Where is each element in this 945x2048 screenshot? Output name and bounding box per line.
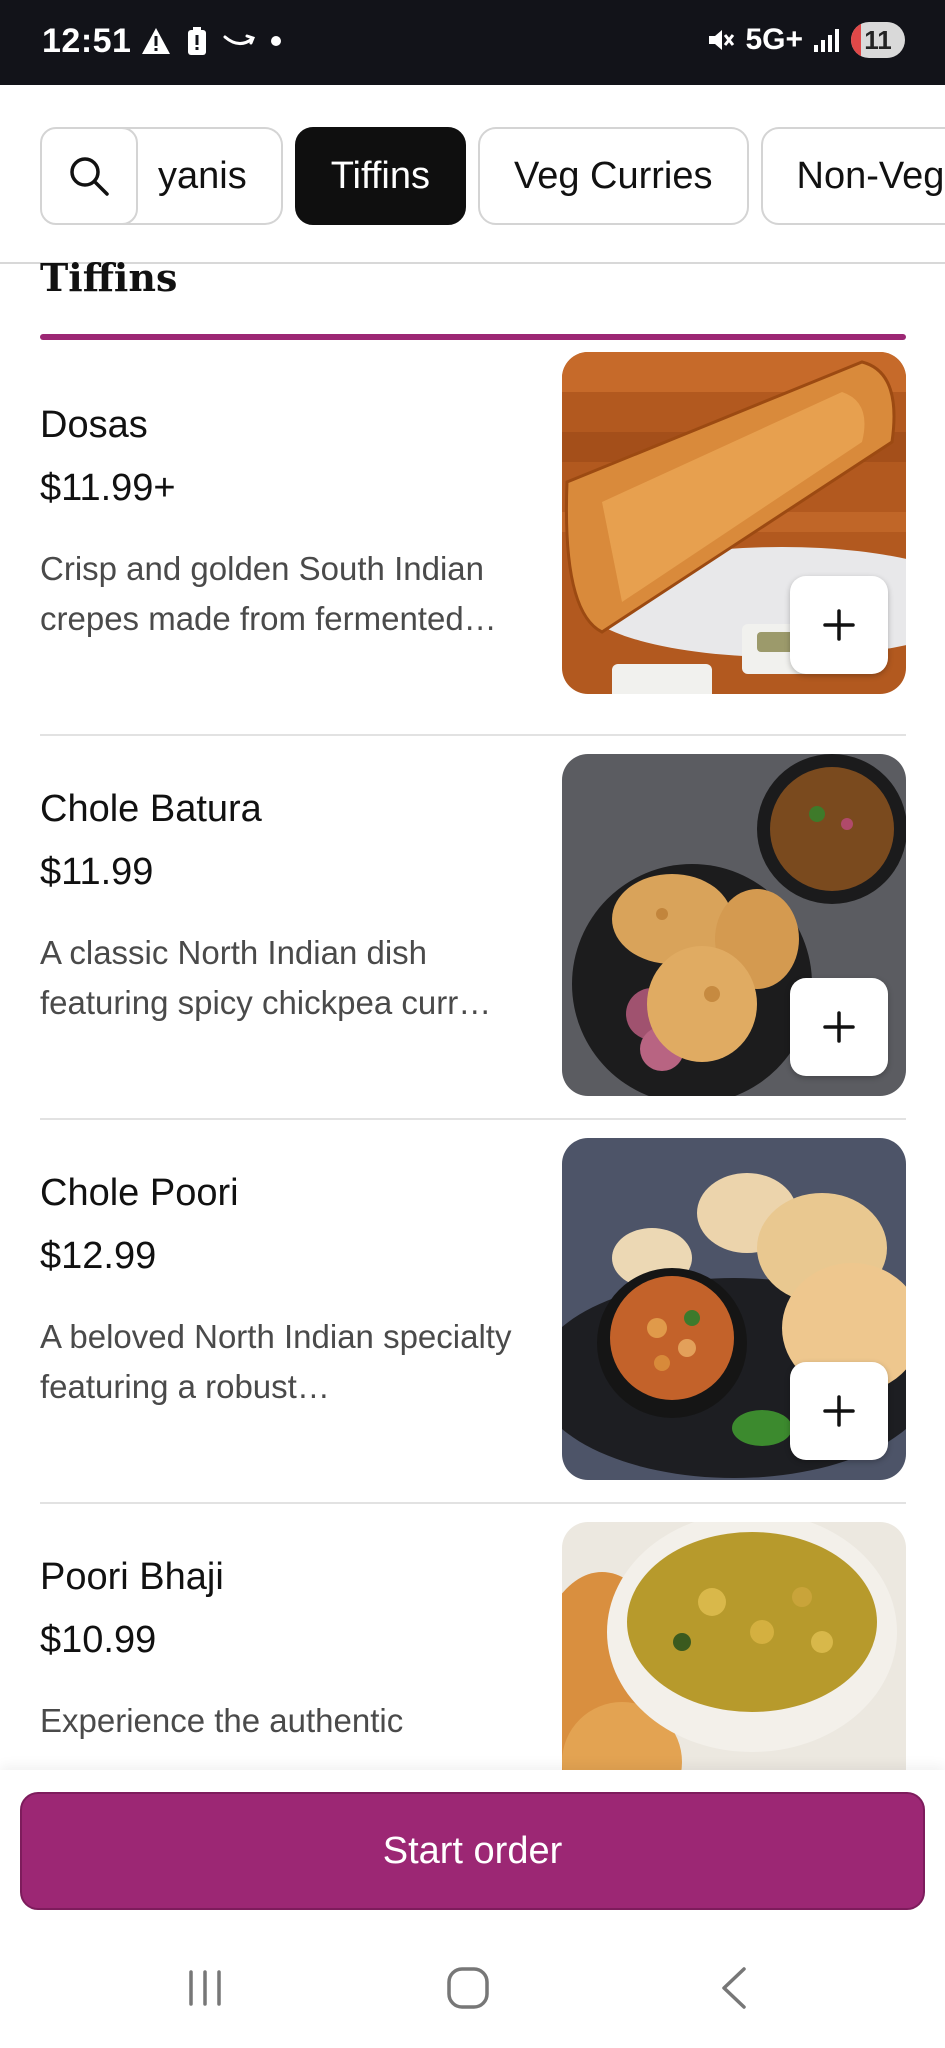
add-to-cart-button[interactable] <box>790 1362 888 1460</box>
battery-indicator: 11 <box>851 22 905 58</box>
plus-icon <box>823 1011 855 1043</box>
home-icon <box>447 1967 489 2009</box>
dot-icon <box>271 36 281 46</box>
item-name: Dosas <box>40 404 148 446</box>
item-name: Chole Poori <box>40 1172 239 1214</box>
chole-poori-photo <box>562 1138 906 1480</box>
section-title: Tiffins <box>40 255 178 300</box>
item-name: Chole Batura <box>40 788 262 830</box>
category-chips: yanis Tiffins Veg Curries Non-Veg <box>108 127 945 225</box>
start-order-button[interactable]: Start order <box>20 1792 925 1910</box>
battery-alert-icon <box>188 27 206 55</box>
chole-batura-photo <box>562 754 906 1096</box>
warning-icon <box>142 28 170 54</box>
mute-icon <box>709 30 735 50</box>
add-to-cart-button[interactable] <box>790 576 888 674</box>
item-name: Poori Bhaji <box>40 1556 224 1598</box>
category-chip-tiffins[interactable]: Tiffins <box>294 127 466 225</box>
back-icon <box>722 1967 746 2009</box>
menu-item-chole-poori[interactable]: Chole Poori $12.99 A beloved North India… <box>40 1120 906 1504</box>
item-description: Crisp and golden South Indian crepes mad… <box>40 550 497 637</box>
status-time: 12:51 <box>42 22 132 60</box>
item-description: A classic North Indian dish featuring sp… <box>40 934 492 1021</box>
search-icon <box>70 157 109 196</box>
system-nav-bar <box>0 1930 945 2048</box>
category-bar: yanis Tiffins Veg Curries Non-Veg <box>0 85 945 264</box>
status-right-icons: 5G+ 11 <box>705 22 905 58</box>
item-price: $10.99 <box>40 1619 157 1661</box>
menu-item-chole-batura[interactable]: Chole Batura $11.99 A classic North Indi… <box>40 736 906 1120</box>
item-description: A beloved North Indian specialty featuri… <box>40 1318 512 1405</box>
status-bar: 12:51 5G+ 11 <box>0 0 945 85</box>
item-price: $11.99 <box>40 851 154 893</box>
add-to-cart-button[interactable] <box>790 978 888 1076</box>
plus-icon <box>823 609 855 641</box>
recent-apps-button[interactable] <box>175 1958 235 2018</box>
dosa-photo <box>562 352 906 694</box>
item-price: $11.99+ <box>40 467 176 509</box>
category-chip-veg-curries[interactable]: Veg Curries <box>477 127 749 225</box>
plus-icon <box>823 1395 855 1427</box>
cta-container: Start order <box>0 1770 945 1930</box>
network-label: 5G+ <box>745 23 803 56</box>
search-button[interactable] <box>40 127 138 225</box>
menu-item-dosas[interactable]: Dosas $11.99+ Crisp and golden South Ind… <box>40 352 906 736</box>
category-chip-non-veg[interactable]: Non-Veg <box>760 127 945 225</box>
amazon-smile-icon <box>223 34 255 45</box>
signal-icon <box>814 29 839 52</box>
back-button[interactable] <box>704 1958 764 2018</box>
section-divider <box>40 334 906 340</box>
item-price: $12.99 <box>40 1235 157 1277</box>
recent-apps-icon <box>189 1970 221 2006</box>
status-left-icons <box>140 26 282 56</box>
home-button[interactable] <box>438 1958 498 2018</box>
